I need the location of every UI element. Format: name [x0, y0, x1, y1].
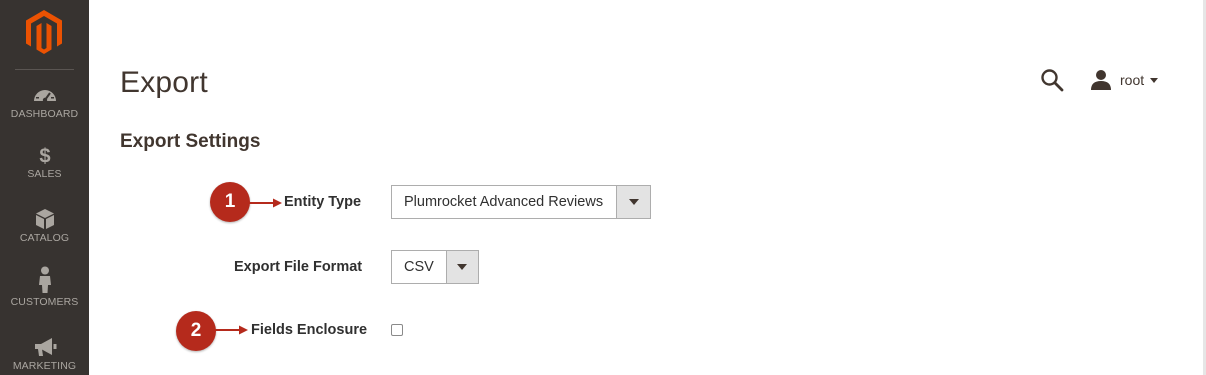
- dollar-icon: $: [39, 145, 50, 166]
- sidebar-item-label: CATALOG: [19, 232, 70, 244]
- chevron-down-icon: [457, 264, 468, 270]
- callout-number: 1: [224, 191, 236, 212]
- arrow-right-icon: [215, 325, 248, 335]
- file-format-dropdown-button[interactable]: [445, 251, 478, 283]
- admin-sidebar: DASHBOARD $ SALES CATALOG CUSTOMERS MARK…: [0, 0, 89, 375]
- magento-logo-icon[interactable]: [24, 8, 64, 56]
- callout-marker-1: 1: [210, 182, 250, 222]
- chevron-down-icon: [628, 199, 639, 205]
- fields-enclosure-label: Fields Enclosure: [251, 322, 368, 338]
- box-icon: [35, 209, 54, 229]
- person-icon: [38, 266, 51, 293]
- callout-marker-2: 2: [176, 311, 216, 351]
- file-format-label: Export File Format: [234, 259, 363, 275]
- file-format-value: CSV: [404, 259, 434, 275]
- file-format-select[interactable]: CSV: [391, 250, 479, 284]
- sidebar-item-catalog[interactable]: CATALOG: [0, 208, 89, 244]
- user-icon: [1091, 70, 1111, 90]
- sidebar-item-customers[interactable]: CUSTOMERS: [0, 266, 89, 308]
- user-account-menu[interactable]: root: [1090, 68, 1159, 92]
- arrow-right-icon: [249, 198, 282, 208]
- speedometer-icon: [33, 90, 56, 103]
- sidebar-item-label: CUSTOMERS: [10, 296, 79, 308]
- sidebar-item-label: MARKETING: [12, 360, 77, 372]
- sidebar-item-marketing[interactable]: MARKETING: [0, 336, 89, 372]
- chevron-down-icon: [1150, 77, 1159, 83]
- fields-enclosure-checkbox[interactable]: [391, 324, 403, 336]
- page-title: Export: [120, 66, 208, 99]
- user-name: root: [1120, 72, 1145, 88]
- entity-type-dropdown-button[interactable]: [616, 186, 650, 218]
- megaphone-icon: [34, 338, 56, 356]
- entity-type-label: Entity Type: [284, 194, 362, 210]
- sidebar-item-dashboard[interactable]: DASHBOARD: [0, 84, 89, 120]
- sidebar-item-label: SALES: [27, 168, 62, 180]
- sidebar-divider: [15, 69, 74, 70]
- callout-number: 2: [190, 320, 202, 341]
- section-title: Export Settings: [120, 131, 261, 152]
- search-button[interactable]: [1040, 68, 1064, 92]
- search-icon: [1041, 69, 1064, 92]
- svg-text:$: $: [39, 145, 50, 166]
- sidebar-item-label: DASHBOARD: [10, 108, 79, 120]
- entity-type-value: Plumrocket Advanced Reviews: [404, 194, 604, 210]
- entity-type-select[interactable]: Plumrocket Advanced Reviews: [391, 185, 651, 219]
- sidebar-item-sales[interactable]: $ SALES: [0, 144, 89, 180]
